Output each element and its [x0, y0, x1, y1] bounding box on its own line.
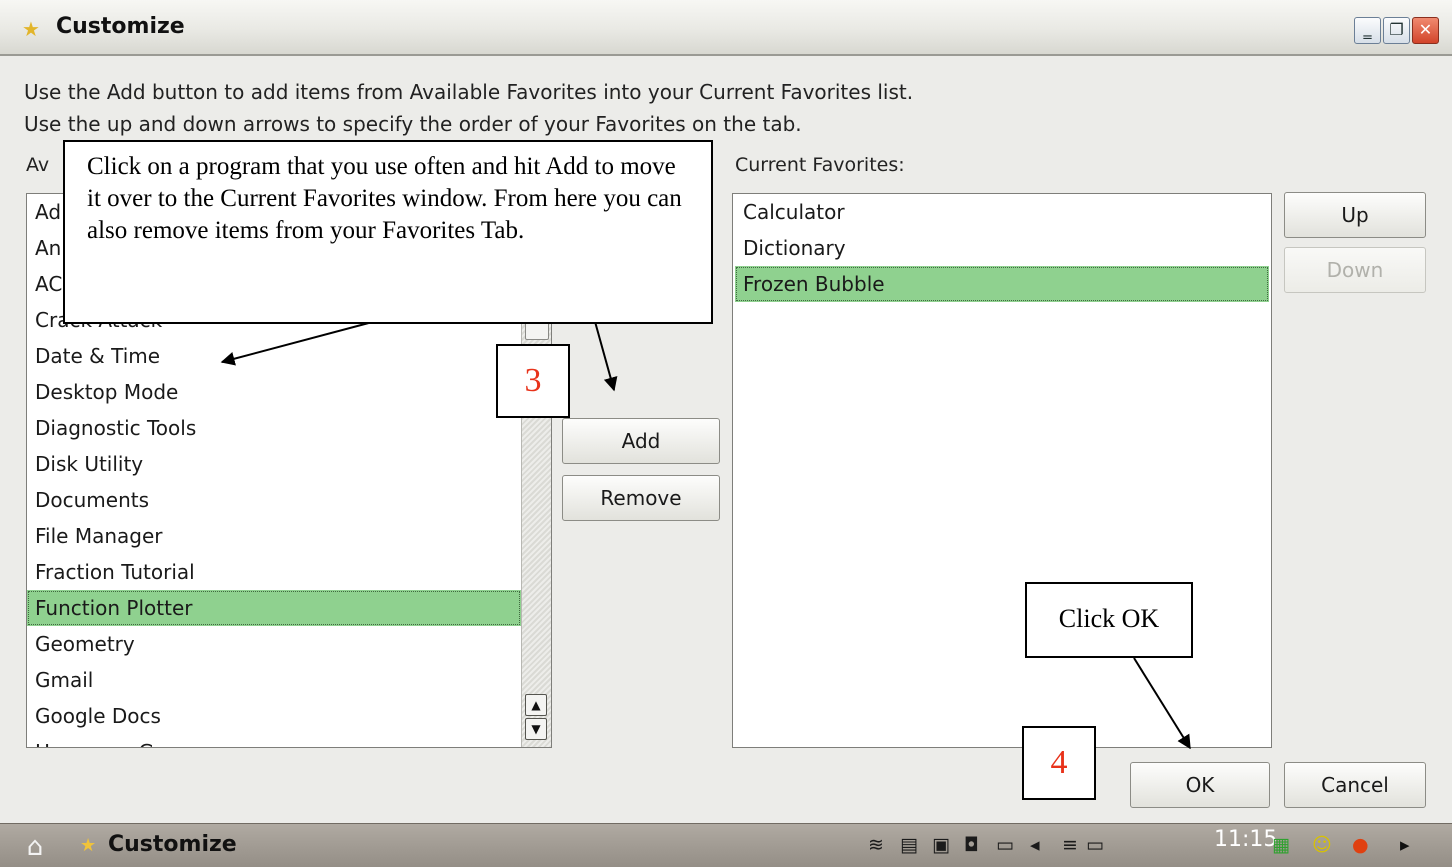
up-button[interactable]: Up — [1284, 192, 1426, 238]
keyboard-icon[interactable]: ◘ — [964, 831, 979, 859]
star-icon: ★ — [22, 17, 40, 41]
available-favorites-label: Av — [26, 154, 50, 176]
usb-icon[interactable]: ▭ — [1086, 831, 1104, 859]
current-list-item[interactable]: Dictionary — [735, 230, 1269, 266]
home-icon[interactable]: ⌂ — [12, 830, 58, 864]
step-3-badge: 3 — [496, 344, 570, 418]
update-icon[interactable]: ▣ — [932, 831, 950, 859]
step-4-badge: 4 — [1022, 726, 1096, 800]
volume-icon[interactable]: ◂ — [1030, 831, 1040, 859]
remove-button[interactable]: Remove — [562, 475, 720, 521]
available-list-item[interactable]: Date & Time — [27, 338, 521, 374]
current-favorites-label: Current Favorites: — [735, 154, 905, 176]
title-bar[interactable] — [0, 0, 1452, 56]
available-list-item[interactable]: Fraction Tutorial — [27, 554, 521, 590]
callout-click-ok: Click OK — [1025, 582, 1193, 658]
available-list-item[interactable]: File Manager — [27, 518, 521, 554]
star-icon: ★ — [80, 835, 97, 856]
arrow-to-add-button — [593, 317, 618, 392]
close-button[interactable]: ✕ — [1412, 17, 1439, 44]
current-favorites-list[interactable]: Calculator Dictionary Frozen Bubble — [732, 193, 1272, 748]
minimize-icon: ‗ — [1363, 20, 1372, 39]
smiley-icon[interactable]: ☺ — [1312, 831, 1332, 859]
available-list-item[interactable]: Hangman Game — [27, 734, 521, 747]
wifi-icon[interactable]: ≋ — [868, 831, 884, 859]
cancel-button[interactable]: Cancel — [1284, 762, 1426, 808]
callout-instructions: Click on a program that you use often an… — [63, 140, 713, 324]
window-title: Customize — [56, 14, 185, 39]
available-list-item[interactable]: Documents — [27, 482, 521, 518]
grid-icon[interactable]: ▦ — [1272, 831, 1290, 859]
down-button[interactable]: Down — [1284, 247, 1426, 293]
alert-icon[interactable]: ● — [1352, 831, 1369, 859]
clock: 11:15 — [1214, 827, 1278, 852]
current-list-item[interactable]: Calculator — [735, 194, 1269, 230]
instruction-line-1: Use the Add button to add items from Ava… — [24, 80, 914, 104]
disk-icon[interactable]: ≡ — [1062, 831, 1078, 859]
add-button[interactable]: Add — [562, 418, 720, 464]
restore-button[interactable]: ❐ — [1383, 17, 1410, 44]
minimize-button[interactable]: ‗ — [1354, 17, 1381, 44]
restore-icon: ❐ — [1389, 20, 1404, 39]
current-items: Calculator Dictionary Frozen Bubble — [735, 194, 1269, 302]
available-list-item[interactable]: Diagnostic Tools — [27, 410, 521, 446]
expand-arrow-icon[interactable]: ▸ — [1400, 831, 1410, 859]
taskbar-item-customize[interactable]: ★ Customize — [76, 829, 336, 863]
scroll-up-arrow-icon[interactable]: ▲ — [525, 694, 547, 716]
available-list-item[interactable]: Function Plotter — [27, 590, 521, 626]
available-list-item[interactable]: Disk Utility — [27, 446, 521, 482]
available-list-item[interactable]: Gmail — [27, 662, 521, 698]
available-list-item[interactable]: Geometry — [27, 626, 521, 662]
instruction-line-2: Use the up and down arrows to specify th… — [24, 112, 802, 136]
battery-icon[interactable]: ▭ — [996, 831, 1014, 859]
scroll-down-arrow-icon[interactable]: ▼ — [525, 718, 547, 740]
available-list-item[interactable]: Google Docs — [27, 698, 521, 734]
ok-button[interactable]: OK — [1130, 762, 1270, 808]
current-list-item[interactable]: Frozen Bubble — [735, 266, 1269, 302]
taskbar-item-label: Customize — [108, 832, 237, 857]
network-icon[interactable]: ▤ — [900, 831, 918, 859]
close-icon: ✕ — [1418, 20, 1433, 39]
available-list-item[interactable]: Desktop Mode — [27, 374, 521, 410]
